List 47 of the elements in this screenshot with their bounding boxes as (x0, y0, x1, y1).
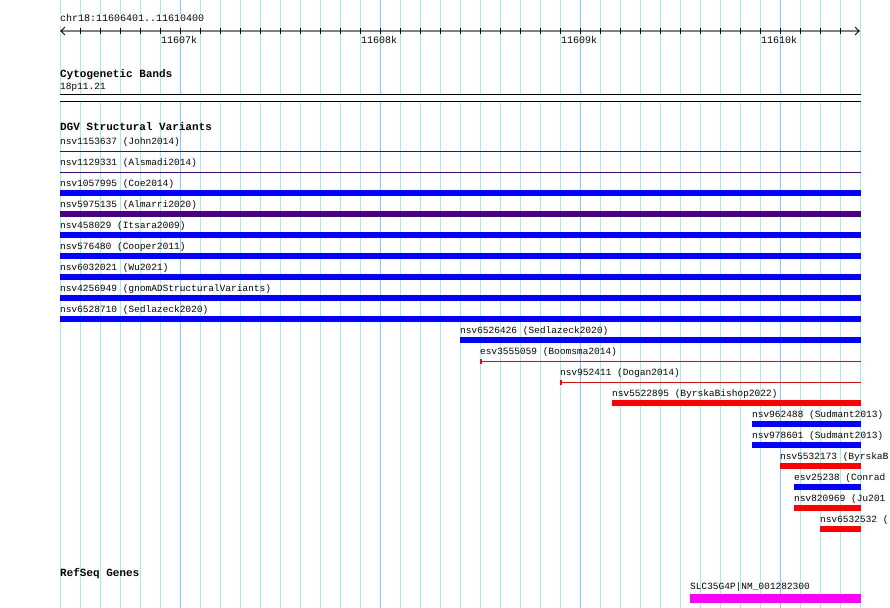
track-title: Cytogenetic Bands (60, 69, 172, 81)
track-title: DGV Structural Variants (60, 122, 212, 134)
variant-bar[interactable] (60, 295, 861, 301)
variant-bar[interactable] (60, 316, 861, 322)
location-label: chr18:11606401..11610400 (60, 14, 204, 26)
cytoband-label: 18p11.21 (60, 81, 106, 92)
variant-label: nsv1129331 (Alsmadi2014) (60, 157, 197, 168)
track-title: RefSeq Genes (60, 568, 140, 580)
variant-bar[interactable] (752, 421, 861, 427)
variant-line[interactable] (60, 170, 861, 175)
variant-label: nsv6032021 (Wu2021) (60, 262, 168, 273)
variant-label: nsv6528710 (Sedlazeck2020) (60, 304, 208, 315)
ruler-tick-label: 11609k (561, 36, 598, 48)
variant-label: nsv5532173 (ByrskaB (780, 451, 888, 462)
variant-bar[interactable] (612, 400, 861, 406)
variant-bar[interactable] (820, 526, 861, 532)
variant-label: nsv962488 (Sudmant2013) (752, 409, 884, 420)
variant-bar[interactable] (60, 274, 861, 280)
variant-label: nsv458029 (Itsara2009) (60, 220, 186, 231)
variant-bar[interactable] (780, 463, 861, 469)
gene-label: SLC35G4P|NM_001282300 (690, 581, 810, 592)
variant-bar[interactable] (460, 337, 861, 343)
variant-bar[interactable] (60, 211, 861, 217)
variant-label: nsv978601 (Sudmant2013) (752, 430, 884, 441)
variant-label: nsv4256949 (gnomADStructuralVariants) (60, 283, 271, 294)
variant-label: nsv6526426 (Sedlazeck2020) (460, 325, 608, 336)
variant-label: nsv1057995 (Coe2014) (60, 178, 174, 189)
variant-label: nsv952411 (Dogan2014) (560, 367, 680, 378)
variant-bar[interactable] (60, 190, 861, 196)
variant-line[interactable] (60, 149, 861, 154)
variant-label: nsv820969 (Ju201 (794, 493, 886, 504)
variant-label: nsv1153637 (John2014) (60, 136, 180, 147)
gene-bar[interactable] (690, 594, 861, 603)
variant-bar[interactable] (60, 232, 861, 238)
variant-bar[interactable] (794, 484, 861, 490)
variant-label: nsv6532532 ( (820, 514, 888, 525)
variant-label: nsv5975135 (Almarri2020) (60, 199, 197, 210)
variant-label: esv3555059 (Boomsma2014) (480, 346, 617, 357)
variant-bar[interactable] (752, 442, 861, 448)
variant-bar[interactable] (60, 253, 861, 259)
ruler-tick-label: 11608k (361, 36, 398, 48)
variant-label: nsv5522895 (ByrskaBishop2022) (612, 388, 778, 399)
variant-bar[interactable] (794, 505, 861, 511)
ruler-tick-label: 11607k (161, 36, 198, 48)
ruler-tick-label: 11610k (761, 36, 798, 48)
variant-label: nsv576480 (Cooper2011) (60, 241, 186, 252)
variant-label: esv25238 (Conrad (794, 472, 886, 483)
